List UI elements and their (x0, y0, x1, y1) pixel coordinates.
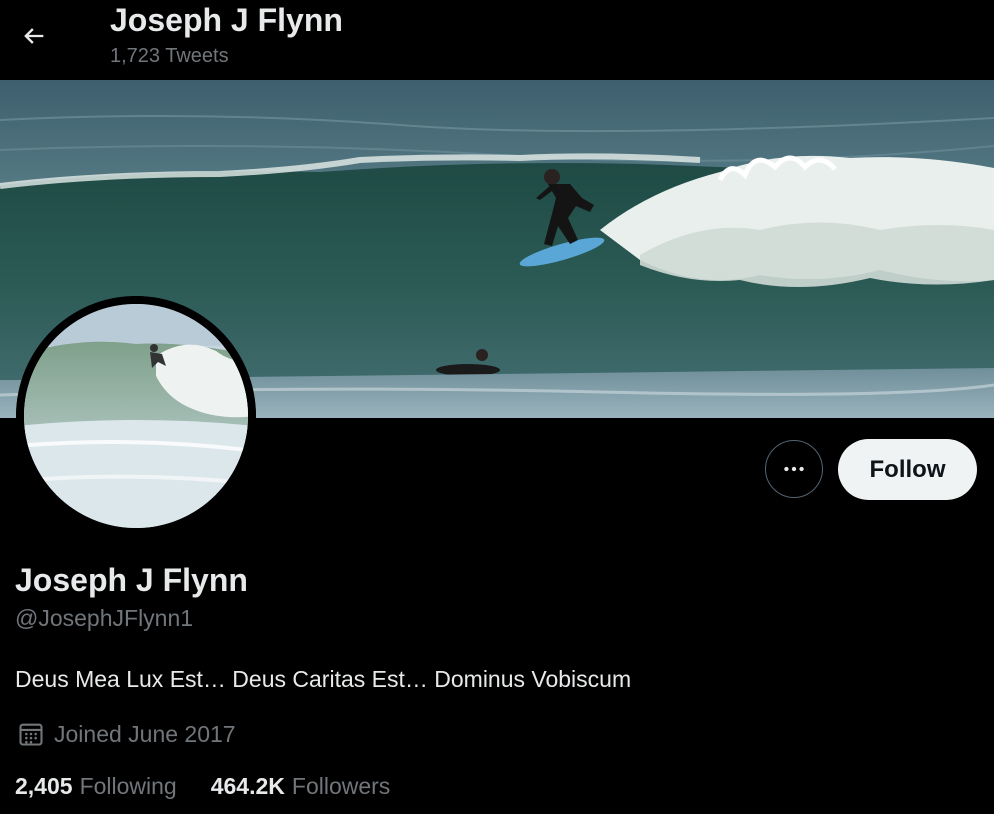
following-link[interactable]: 2,405 Following (15, 773, 177, 800)
profile-header-bar: Joseph J Flynn 1,723 Tweets (0, 0, 994, 80)
profile-avatar[interactable] (16, 296, 256, 536)
more-horizontal-icon (784, 466, 804, 472)
calendar-icon (17, 720, 45, 748)
profile-stats: 2,405 Following 464.2K Followers (15, 773, 390, 800)
profile-bio: Deus Mea Lux Est… Deus Caritas Est… Domi… (15, 666, 632, 692)
back-button[interactable] (14, 16, 54, 56)
profile-display-name: Joseph J Flynn (15, 562, 248, 598)
following-label: Following (79, 773, 177, 799)
profile-join-date: Joined June 2017 (17, 720, 236, 748)
join-date-label: Joined June 2017 (54, 720, 236, 747)
header-profile-name: Joseph J Flynn (110, 2, 343, 38)
followers-link[interactable]: 464.2K Followers (211, 773, 391, 800)
followers-count: 464.2K (210, 773, 285, 799)
follow-button[interactable]: Follow (838, 439, 977, 500)
header-tweet-count: 1,723 Tweets (110, 45, 229, 67)
more-options-button[interactable] (765, 440, 823, 498)
arrow-left-icon (24, 28, 44, 44)
followers-label: Followers (291, 773, 391, 799)
profile-handle: @JosephJFlynn1 (15, 605, 194, 631)
following-count: 2,405 (15, 773, 73, 799)
